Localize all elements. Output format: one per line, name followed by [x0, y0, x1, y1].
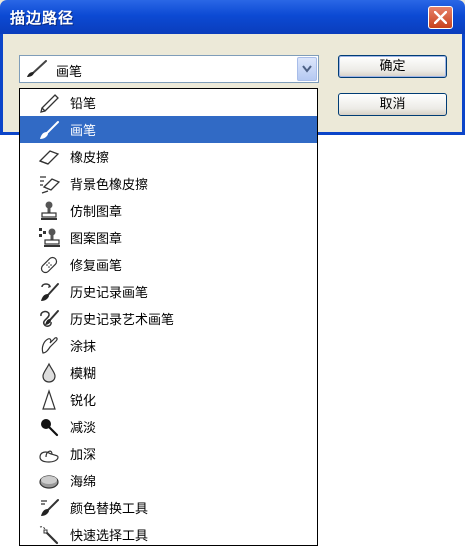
blur-icon [42, 362, 56, 383]
history-brush-icon [41, 283, 59, 301]
list-item-label: 历史记录画笔 [70, 286, 149, 301]
window-frame-left [0, 34, 3, 135]
list-item-label: 铅笔 [70, 97, 97, 112]
brush-icon [40, 121, 59, 139]
dodge-icon [41, 419, 59, 437]
sharpen-icon [42, 389, 56, 410]
sponge-icon [39, 475, 59, 489]
list-item-label: 加深 [70, 448, 97, 463]
chevron-down-icon [302, 65, 312, 73]
tool-dropdown-list: 铅笔 画笔 橡皮擦 背景色橡皮擦 仿制图章 图案图章 修复画笔 历史记录画笔 历… [19, 88, 318, 546]
list-item-color-replacement[interactable]: 颜色替换工具 [20, 494, 317, 521]
list-item-label: 颜色替换工具 [70, 502, 149, 517]
list-item-background-eraser[interactable]: 背景色橡皮擦 [20, 170, 317, 197]
art-history-brush-icon [40, 310, 59, 327]
list-item-label: 背景色橡皮擦 [70, 178, 149, 193]
list-item-art-history-brush[interactable]: 历史记录艺术画笔 [20, 305, 317, 332]
pattern-stamp-icon [39, 228, 60, 247]
tool-select-value: 画笔 [56, 65, 83, 80]
list-item-label: 画笔 [70, 124, 97, 139]
quick-selection-icon [39, 526, 59, 545]
eraser-icon [38, 150, 60, 165]
list-item-label: 减淡 [70, 421, 97, 436]
background-eraser-icon [40, 176, 60, 194]
list-item-sponge[interactable]: 海绵 [20, 467, 317, 494]
tool-select[interactable]: 画笔 [19, 55, 319, 83]
list-item-burn[interactable]: 加深 [20, 440, 317, 467]
list-item-blur[interactable]: 模糊 [20, 359, 317, 386]
dropdown-arrow-button[interactable] [297, 57, 317, 81]
ok-button[interactable]: 确定 [338, 55, 447, 78]
list-item-label: 锐化 [70, 394, 97, 409]
list-item-label: 橡皮擦 [70, 151, 110, 166]
list-item-sharpen[interactable]: 锐化 [20, 386, 317, 413]
list-item-label: 涂抹 [70, 340, 97, 355]
list-item-pattern-stamp[interactable]: 图案图章 [20, 224, 317, 251]
list-item-smudge[interactable]: 涂抹 [20, 332, 317, 359]
close-button[interactable] [428, 6, 453, 29]
dialog-title: 描边路径 [10, 9, 75, 27]
list-item-pencil[interactable]: 铅笔 [20, 89, 317, 116]
list-item-label: 仿制图章 [70, 205, 123, 220]
list-item-label: 模糊 [70, 367, 97, 382]
list-item-dodge[interactable]: 减淡 [20, 413, 317, 440]
healing-brush-icon [40, 256, 58, 274]
color-replacement-icon [41, 499, 59, 516]
list-item-label: 修复画笔 [70, 259, 123, 274]
list-item-clone-stamp[interactable]: 仿制图章 [20, 197, 317, 224]
list-item-quick-selection[interactable]: 快速选择工具 [20, 521, 317, 545]
title-bar[interactable]: 描边路径 [0, 0, 465, 34]
list-item-label: 快速选择工具 [70, 529, 149, 544]
list-item-label: 图案图章 [70, 232, 123, 247]
list-item-label: 海绵 [70, 475, 97, 490]
close-icon [434, 11, 447, 24]
list-item-healing-brush[interactable]: 修复画笔 [20, 251, 317, 278]
smudge-icon [41, 337, 58, 354]
clone-stamp-icon [41, 201, 57, 220]
list-item-label: 历史记录艺术画笔 [70, 313, 175, 328]
list-item-history-brush[interactable]: 历史记录画笔 [20, 278, 317, 305]
cancel-button[interactable]: 取消 [338, 93, 447, 116]
burn-icon [39, 450, 59, 463]
brush-icon [27, 60, 47, 77]
pencil-icon [40, 94, 59, 113]
list-item-eraser[interactable]: 橡皮擦 [20, 143, 317, 170]
list-item-brush[interactable]: 画笔 [20, 116, 317, 143]
